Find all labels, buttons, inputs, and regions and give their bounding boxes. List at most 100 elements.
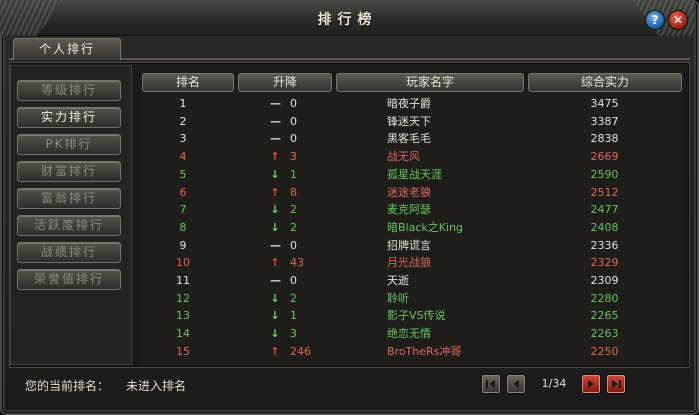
category-button-0[interactable]: 等级排行 (17, 80, 121, 101)
trend-arrow-icon: ↓ (270, 220, 280, 234)
trend-arrow-icon: — (270, 238, 281, 252)
change-cell: 0 (290, 238, 297, 252)
rank-cell: 9 (179, 238, 187, 252)
rank-cell: 7 (179, 203, 187, 217)
next-page-icon (588, 380, 594, 388)
rank-cell: 2 (179, 114, 187, 128)
close-icon[interactable]: ✕ (668, 10, 688, 30)
tab-personal-ranking[interactable]: 个人排行 (13, 38, 121, 60)
power-cell: 2309 (590, 274, 619, 287)
power-cell: 2329 (590, 256, 619, 270)
table-row[interactable]: 5 ↓ 1 孤星战天涯 2590 (142, 166, 682, 184)
power-cell: 3475 (590, 97, 619, 110)
trend-arrow-icon: ↓ (270, 327, 280, 341)
category-button-2[interactable]: PK排行 (17, 134, 121, 155)
change-cell: 43 (290, 256, 304, 270)
rank-cell: 1 (179, 97, 187, 110)
category-button-7[interactable]: 荣誉值排行 (17, 269, 121, 290)
next-page-button[interactable] (581, 374, 601, 394)
change-cell: 2 (290, 203, 297, 217)
change-cell: 0 (290, 132, 297, 146)
trend-arrow-icon: ↑ (270, 256, 280, 270)
rank-cell: 14 (176, 327, 190, 341)
player-name-cell: 月光战狼 (387, 256, 431, 270)
rank-cell: 8 (179, 220, 187, 234)
player-name-cell: 聆听 (387, 291, 409, 305)
category-button-5[interactable]: 活跃度排行 (17, 215, 121, 236)
player-name-cell: 锋迷天下 (387, 114, 431, 128)
tab-strip: 个人排行 (9, 38, 690, 60)
table-row[interactable]: 3 — 0 黑客毛毛 2838 (142, 130, 682, 148)
power-cell: 2263 (590, 327, 619, 341)
table-row[interactable]: 4 ↑ 3 战无风 2669 (142, 148, 682, 166)
rank-cell: 3 (179, 132, 187, 146)
player-name-cell: 迷途老狼 (387, 185, 431, 199)
trend-arrow-icon: ↑ (270, 185, 280, 199)
header-rank[interactable]: 排名 (142, 73, 234, 92)
table-row[interactable]: 9 — 0 招牌谎言 2336 (142, 237, 682, 255)
change-cell: 1 (290, 167, 297, 181)
table-row[interactable]: 2 — 0 锋迷天下 3387 (142, 113, 682, 131)
change-cell: 0 (290, 114, 297, 128)
power-cell: 2408 (590, 220, 619, 234)
table-row[interactable]: 11 — 0 天逝 2309 (142, 272, 682, 290)
trend-arrow-icon: — (270, 97, 281, 110)
header-power[interactable]: 综合实力 (528, 73, 682, 92)
first-page-icon (486, 380, 495, 388)
player-name-cell: 黑客毛毛 (387, 132, 431, 146)
trend-arrow-icon: ↓ (270, 309, 280, 323)
rank-cell: 12 (176, 291, 190, 305)
table-row[interactable]: 12 ↓ 2 聆听 2280 (142, 290, 682, 308)
category-button-1[interactable]: 实力排行 (17, 107, 121, 128)
trend-arrow-icon: — (270, 114, 281, 128)
help-icon[interactable]: ? (645, 10, 665, 30)
table-row[interactable]: 1 — 0 暗夜子爵 3475 (142, 95, 682, 113)
rank-cell: 11 (176, 274, 190, 287)
table-row[interactable]: 13 ↓ 1 影子VS传说 2265 (142, 307, 682, 325)
change-cell: 0 (290, 274, 297, 287)
change-cell: 8 (290, 185, 297, 199)
power-cell: 2280 (590, 291, 619, 305)
trend-arrow-icon: — (270, 274, 281, 287)
prev-page-button[interactable] (506, 374, 526, 394)
player-name-cell: 绝恋无情 (387, 327, 431, 341)
table-row[interactable]: 10 ↑ 43 月光战狼 2329 (142, 254, 682, 272)
window-title: 排行榜 (317, 12, 378, 28)
table-row[interactable]: 7 ↓ 2 麦克阿瑟 2477 (142, 201, 682, 219)
rank-cell: 15 (176, 344, 190, 358)
table-row[interactable]: 6 ↑ 8 迷途老狼 2512 (142, 184, 682, 202)
last-page-icon (612, 380, 621, 388)
power-cell: 2265 (590, 309, 619, 323)
header-change[interactable]: 升降 (238, 73, 332, 92)
change-cell: 0 (290, 97, 297, 110)
category-button-4[interactable]: 富翁排行 (17, 188, 121, 209)
table-row[interactable]: 14 ↓ 3 绝恋无情 2263 (142, 325, 682, 343)
power-cell: 2838 (590, 132, 619, 146)
player-name-cell: 战无风 (387, 150, 420, 164)
change-cell: 1 (290, 309, 297, 323)
header-player-name[interactable]: 玩家名字 (336, 73, 524, 92)
power-cell: 2669 (590, 150, 619, 164)
trend-arrow-icon: ↓ (270, 291, 280, 305)
table-row[interactable]: 8 ↓ 2 暗Black之King 2408 (142, 219, 682, 237)
player-name-cell: 暗Black之King (387, 220, 463, 234)
current-rank-label: 您的当前排名： (25, 379, 110, 393)
trend-arrow-icon: ↑ (270, 150, 280, 164)
category-button-3[interactable]: 财富排行 (17, 161, 121, 182)
change-cell: 3 (290, 150, 297, 164)
current-rank-value: 未进入排名 (126, 379, 187, 393)
player-name-cell: 麦克阿瑟 (387, 203, 431, 217)
category-button-6[interactable]: 战绩排行 (17, 242, 121, 263)
table-row[interactable]: 15 ↑ 246 BroTheRs冲哥 2250 (142, 343, 682, 361)
trend-arrow-icon: ↓ (270, 167, 280, 181)
first-page-button[interactable] (481, 374, 501, 394)
player-name-cell: 暗夜子爵 (387, 97, 431, 110)
last-page-button[interactable] (606, 374, 626, 394)
page-indicator: 1/34 (541, 377, 567, 390)
trend-arrow-icon: — (270, 132, 281, 146)
power-cell: 2590 (590, 167, 619, 181)
prev-page-icon (513, 380, 519, 388)
trend-arrow-icon: ↑ (270, 344, 280, 358)
power-cell: 2336 (590, 238, 619, 252)
power-cell: 2477 (590, 203, 619, 217)
